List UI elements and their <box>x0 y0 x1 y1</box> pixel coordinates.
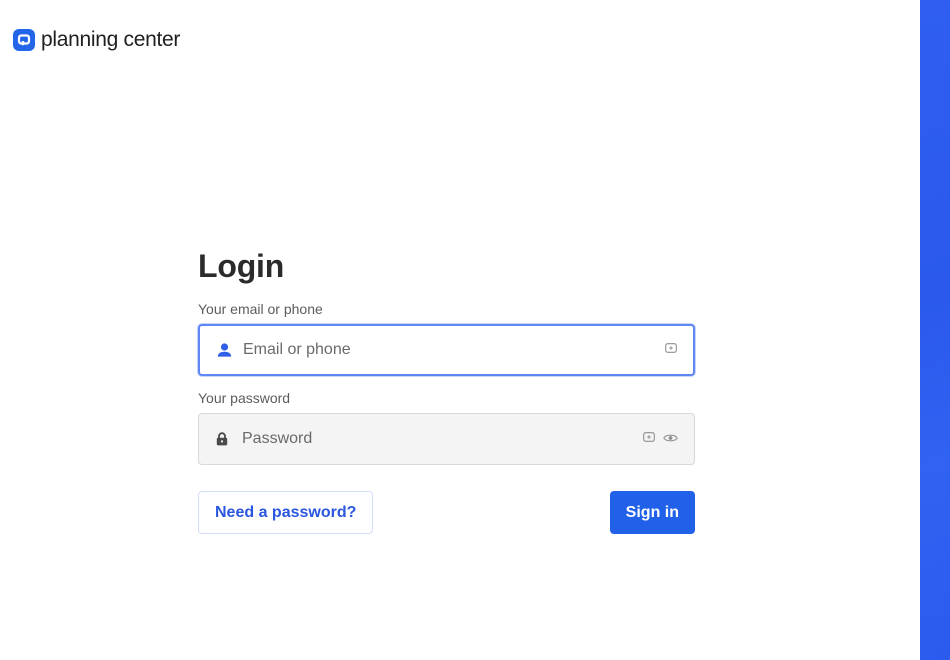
email-field[interactable] <box>200 326 693 374</box>
password-manager-icon[interactable] <box>665 341 677 359</box>
lock-icon <box>216 432 228 446</box>
planning-center-logo-icon <box>13 29 35 51</box>
need-password-button[interactable]: Need a password? <box>198 491 374 534</box>
side-panel <box>920 0 950 660</box>
eye-icon[interactable] <box>663 430 678 448</box>
password-label: Your password <box>198 390 291 406</box>
password-trailing-icons <box>643 430 678 448</box>
password-field-wrapper <box>198 413 695 465</box>
sign-in-button[interactable]: Sign in <box>609 491 695 534</box>
page-title: Login <box>198 248 285 284</box>
password-field[interactable] <box>199 414 694 464</box>
person-icon <box>217 343 232 357</box>
form-actions: Need a password? Sign in <box>198 491 695 534</box>
email-trailing-icons <box>665 341 677 359</box>
brand-name: planning center <box>41 28 181 51</box>
login-form: Login Your email or phone Your password <box>198 248 695 534</box>
email-field-wrapper <box>198 324 695 376</box>
login-page: planning center Login Your email or phon… <box>0 0 950 660</box>
brand-logo[interactable]: planning center <box>13 28 180 52</box>
email-label: Your email or phone <box>198 301 323 317</box>
password-manager-icon[interactable] <box>643 430 655 448</box>
